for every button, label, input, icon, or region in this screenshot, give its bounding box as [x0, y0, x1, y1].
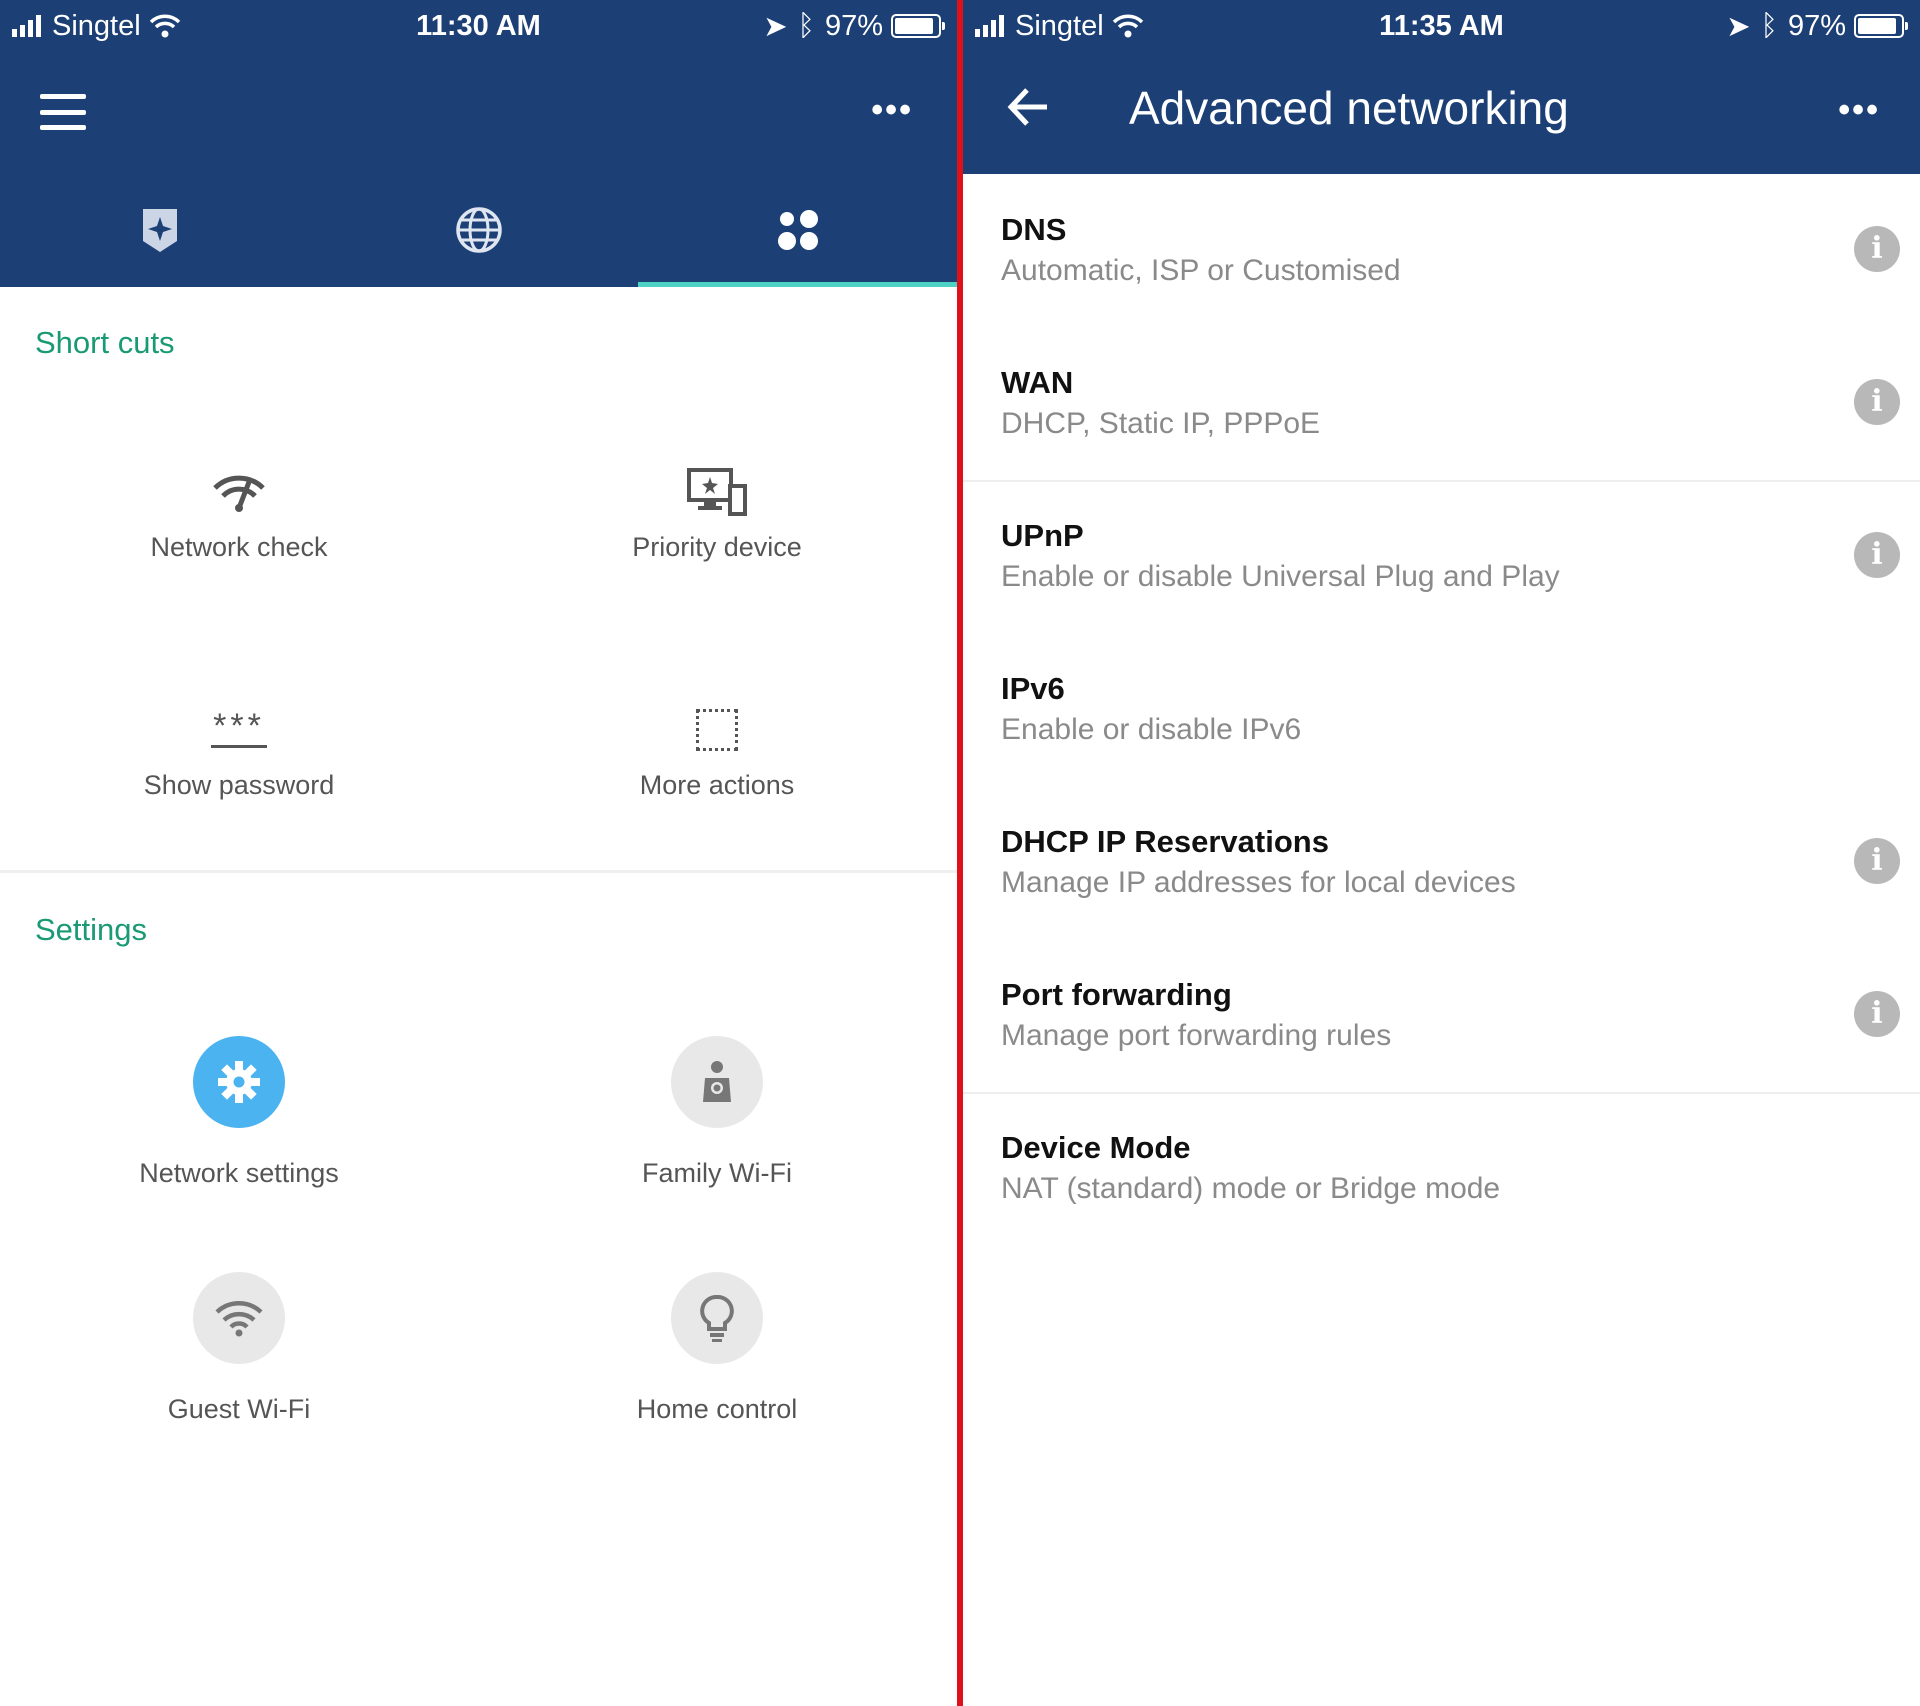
- show-password-shortcut[interactable]: *** Show password: [0, 690, 478, 801]
- network-settings-item[interactable]: Network settings: [0, 1036, 478, 1189]
- grid-apps-icon: [777, 209, 818, 250]
- item-title: DNS: [1001, 212, 1067, 247]
- battery-percent: 97%: [824, 9, 883, 42]
- shortcut-label: Network check: [150, 532, 328, 562]
- item-title: DHCP IP Reservations: [1001, 824, 1329, 859]
- list-item-ipv6[interactable]: IPv6 Enable or disable IPv6: [963, 633, 1920, 786]
- item-subtitle: Enable or disable IPv6: [1001, 713, 1302, 746]
- priority-device-shortcut[interactable]: Priority device: [478, 452, 956, 563]
- tab-network[interactable]: [319, 172, 638, 287]
- list-item-upnp[interactable]: UPnP Enable or disable Universal Plug an…: [963, 480, 1920, 633]
- family-wifi-circle: [671, 1036, 763, 1128]
- settings-title: Settings: [35, 912, 148, 947]
- battery-icon: [1854, 14, 1908, 38]
- page-title: Advanced networking: [1129, 82, 1569, 134]
- info-icon[interactable]: i: [1854, 379, 1900, 425]
- info-icon[interactable]: i: [1854, 226, 1900, 272]
- tab-apps[interactable]: [638, 172, 957, 287]
- network-check-shortcut[interactable]: Network check: [0, 452, 478, 563]
- status-bar: Singtel 11:30 AM ➤ ᛒ 97%: [0, 0, 957, 52]
- family-wifi-item[interactable]: Family Wi-Fi: [478, 1036, 956, 1189]
- home-control-item[interactable]: Home control: [478, 1272, 956, 1425]
- item-title: Device Mode: [1001, 1130, 1191, 1165]
- item-title: IPv6: [1001, 671, 1065, 706]
- battery-icon: [891, 14, 945, 38]
- item-title: UPnP: [1001, 518, 1084, 553]
- bluetooth-icon: ᛒ: [797, 9, 815, 42]
- shortcut-label: Show password: [143, 770, 335, 800]
- more-options-icon[interactable]: •••: [871, 93, 913, 127]
- menu-icon[interactable]: [40, 94, 86, 130]
- settings-label: Network settings: [139, 1158, 339, 1188]
- item-title: WAN: [1001, 365, 1074, 400]
- list-item-wan[interactable]: WAN DHCP, Static IP, PPPoE i: [963, 327, 1920, 480]
- list-item-device-mode[interactable]: Device Mode NAT (standard) mode or Bridg…: [963, 1092, 1920, 1245]
- password-icon: ***: [213, 706, 265, 745]
- item-subtitle: NAT (standard) mode or Bridge mode: [1001, 1172, 1501, 1205]
- dotted-square-icon: [696, 709, 738, 751]
- more-actions-shortcut[interactable]: More actions: [478, 690, 956, 801]
- section-divider: [0, 870, 957, 873]
- info-icon[interactable]: i: [1854, 532, 1900, 578]
- home-control-circle: [671, 1272, 763, 1364]
- item-subtitle: DHCP, Static IP, PPPoE: [1001, 407, 1321, 440]
- info-icon[interactable]: i: [1854, 991, 1900, 1037]
- location-icon: ➤: [1726, 10, 1751, 43]
- globe-icon: [455, 206, 502, 253]
- item-subtitle: Manage port forwarding rules: [1001, 1019, 1392, 1052]
- settings-label: Guest Wi-Fi: [167, 1394, 311, 1424]
- settings-label: Family Wi-Fi: [642, 1158, 792, 1188]
- advanced-networking-screen: Singtel 11:35 AM ➤ ᛒ 97% Advanced networ…: [963, 0, 1920, 1706]
- gear-icon: [218, 1061, 260, 1103]
- list-item-dhcp-reservations[interactable]: DHCP IP Reservations Manage IP addresses…: [963, 786, 1920, 939]
- back-arrow-icon[interactable]: [1003, 82, 1053, 132]
- lightbulb-icon: [700, 1295, 734, 1342]
- app-header: •••: [0, 52, 957, 287]
- shortcuts-title: Short cuts: [35, 325, 175, 360]
- item-title: Port forwarding: [1001, 977, 1232, 1012]
- status-right: ➤ ᛒ 97%: [763, 6, 945, 46]
- home-screen: Singtel 11:30 AM ➤ ᛒ 97% ••• Short cuts: [0, 0, 957, 1706]
- network-check-icon: [213, 475, 265, 512]
- tab-favorites[interactable]: [0, 172, 319, 287]
- status-bar: Singtel 11:35 AM ➤ ᛒ 97%: [963, 0, 1920, 52]
- priority-device-icon: [687, 468, 747, 516]
- more-options-icon[interactable]: •••: [1838, 93, 1880, 127]
- battery-percent: 97%: [1787, 9, 1846, 42]
- item-subtitle: Enable or disable Universal Plug and Pla…: [1001, 560, 1560, 593]
- guest-wifi-circle: [193, 1272, 285, 1364]
- location-icon: ➤: [763, 10, 788, 43]
- network-settings-circle: [193, 1036, 285, 1128]
- shortcut-label: Priority device: [632, 532, 802, 562]
- list-item-dns[interactable]: DNS Automatic, ISP or Customised i: [963, 174, 1920, 327]
- bluetooth-icon: ᛒ: [1760, 9, 1778, 42]
- wifi-icon: [215, 1301, 263, 1337]
- star-badge-icon: [142, 208, 177, 252]
- item-subtitle: Manage IP addresses for local devices: [1001, 866, 1516, 899]
- settings-label: Home control: [636, 1394, 798, 1424]
- guest-wifi-item[interactable]: Guest Wi-Fi: [0, 1272, 478, 1425]
- list-item-port-forwarding[interactable]: Port forwarding Manage port forwarding r…: [963, 939, 1920, 1092]
- shortcut-label: More actions: [639, 770, 795, 800]
- item-subtitle: Automatic, ISP or Customised: [1001, 254, 1401, 287]
- family-icon: [703, 1061, 731, 1102]
- status-right: ➤ ᛒ 97%: [1726, 6, 1908, 46]
- app-header: Advanced networking •••: [963, 52, 1920, 174]
- info-icon[interactable]: i: [1854, 838, 1900, 884]
- tab-bar: [0, 172, 957, 287]
